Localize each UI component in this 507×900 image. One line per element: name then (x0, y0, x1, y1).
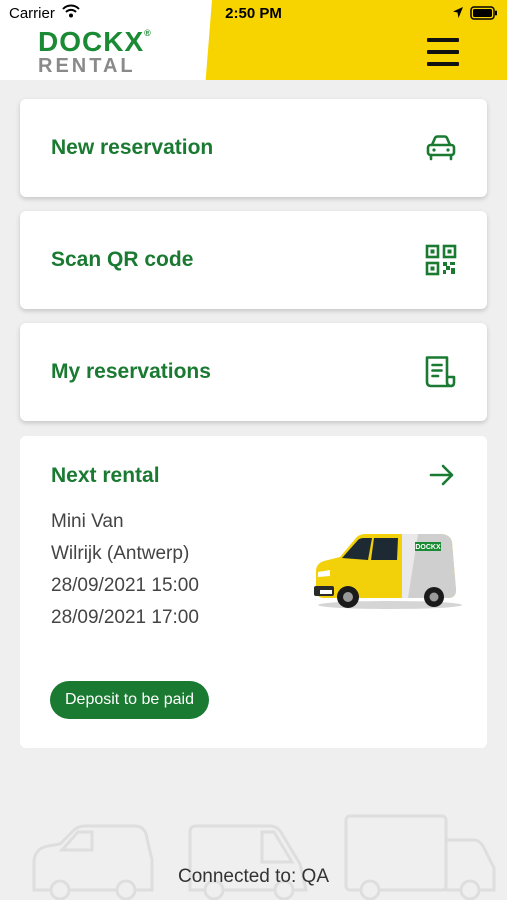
app-header: DOCKX® RENTAL Carrier 2:50 PM (0, 0, 507, 80)
status-bar: Carrier 2:50 PM (0, 0, 507, 26)
status-time: 2:50 PM (225, 5, 282, 22)
logo-rental: RENTAL (38, 55, 136, 77)
next-rental-card[interactable]: Next rental Mini Van Wilrijk (Antwerp) 2… (20, 436, 487, 748)
rental-location: Wilrijk (Antwerp) (51, 543, 190, 564)
document-icon (425, 356, 456, 388)
deposit-status-badge: Deposit to be paid (50, 681, 209, 719)
qr-code-icon (425, 244, 457, 276)
rental-vehicle-type: Mini Van (51, 511, 124, 532)
my-reservations-label: My reservations (51, 360, 211, 383)
my-reservations-button[interactable]: My reservations (20, 323, 487, 421)
new-reservation-button[interactable]: New reservation (20, 99, 487, 197)
battery-icon (470, 6, 497, 20)
arrow-right-icon[interactable] (429, 464, 455, 486)
new-reservation-label: New reservation (51, 136, 214, 159)
rental-end-datetime: 28/09/2021 17:00 (51, 607, 199, 628)
logo-dockx: DOCKX® (38, 26, 152, 57)
next-rental-title: Next rental (51, 464, 160, 487)
car-icon (426, 135, 456, 161)
van-logo-text: DOCKX (415, 544, 441, 551)
location-arrow-icon (453, 7, 463, 18)
scan-qr-code-label: Scan QR code (51, 248, 194, 271)
hamburger-menu-button[interactable] (423, 36, 463, 68)
scan-qr-code-button[interactable]: Scan QR code (20, 211, 487, 309)
rental-start-datetime: 28/09/2021 15:00 (51, 575, 199, 596)
van-image: DOCKX (314, 534, 462, 609)
connection-status: Connected to: QA (177, 866, 330, 887)
